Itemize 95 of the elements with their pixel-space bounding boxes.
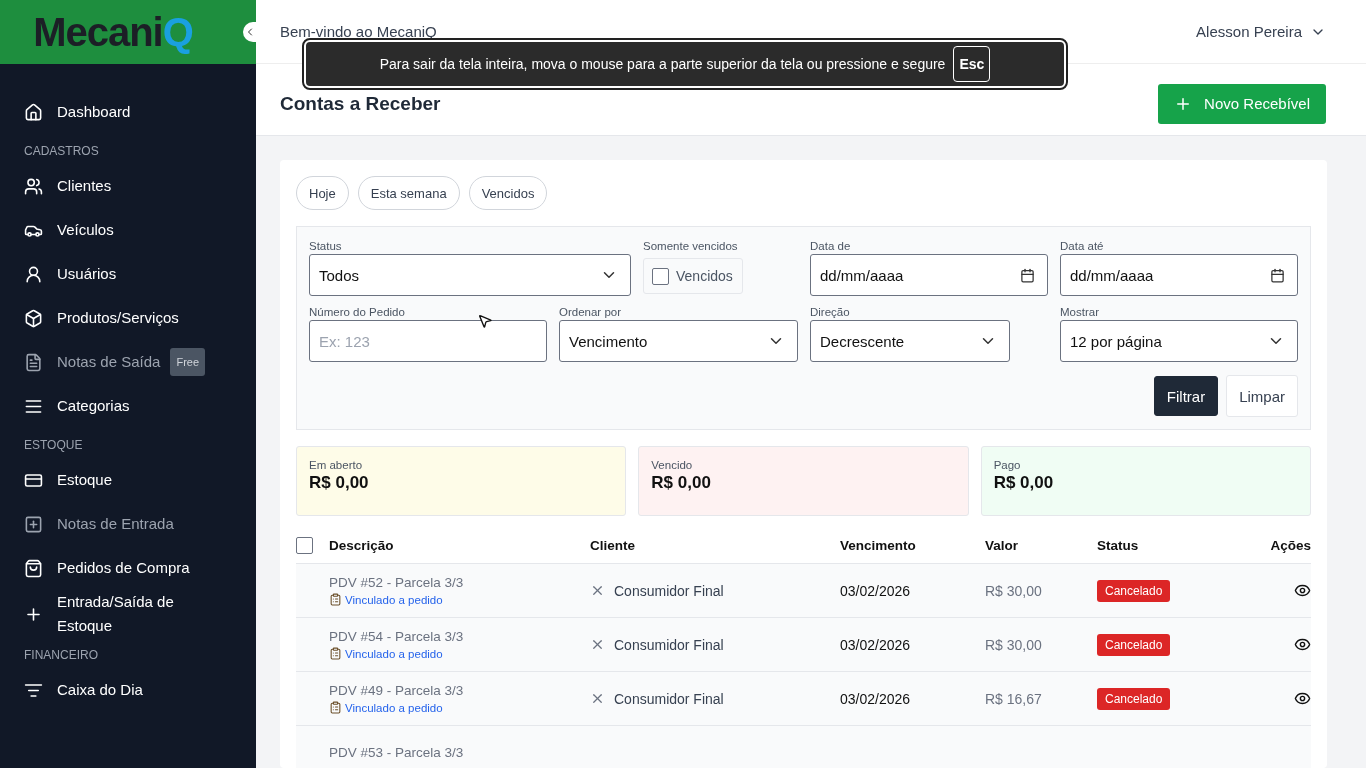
eye-icon [1294, 690, 1311, 707]
box-icon [24, 308, 43, 328]
table-cell-text: PDV #54 - Parcela 3/3 [329, 629, 465, 644]
summary-value: R$ 0,00 [651, 473, 712, 493]
summary-label: Em aberto [309, 459, 364, 471]
close-icon [590, 583, 605, 598]
user-icon [24, 264, 43, 284]
clipboard-icon [329, 647, 342, 660]
field-label: Data de [810, 240, 851, 252]
plus-box-icon [24, 514, 43, 534]
nav-section-label: ESTOQUE [24, 438, 84, 452]
column-header: Status [1097, 538, 1140, 553]
page-size-select[interactable]: 12 por página [1060, 320, 1298, 362]
table-cell-text: PDV #52 - Parcela 3/3 [329, 575, 465, 590]
table-cell: Consumidor Final [614, 690, 724, 707]
summary-label: Pago [993, 459, 1022, 471]
filter-chip[interactable]: Vencidos [468, 176, 548, 210]
page-title: Contas a Receber [280, 92, 441, 115]
close-icon [590, 691, 605, 706]
table-cell-text: PDV #53 - Parcela 3/3 [329, 745, 465, 760]
order-link[interactable]: Vinculado a pedido [345, 647, 443, 660]
order-select[interactable]: Vencimento [559, 320, 798, 362]
nav-item[interactable]: Pedidos de Compra [57, 556, 190, 580]
document-icon [24, 352, 43, 372]
summary-value: R$ 0,00 [309, 473, 370, 493]
badge: Free [170, 348, 206, 376]
nav-item[interactable]: Caixa do Dia [57, 678, 143, 702]
column-header: Vencimento [840, 538, 917, 553]
users-icon [24, 176, 43, 196]
view-button[interactable] [1294, 690, 1311, 707]
nav-item[interactable]: Dashboard [57, 100, 131, 124]
calendar-icon [1270, 267, 1285, 283]
status-badge: Cancelado [1097, 579, 1171, 602]
table-cell-text: R$ 30,00 [985, 636, 1043, 653]
status-badge: Cancelado [1097, 633, 1171, 656]
nav-item[interactable]: Produtos/Serviços [57, 306, 179, 330]
table-cell-text: PDV #49 - Parcela 3/3 [329, 683, 465, 698]
nav-item[interactable]: Categorias [57, 394, 130, 418]
column-header: Descrição [329, 538, 395, 553]
logo: MecaniQ [33, 9, 193, 55]
table-cell-text: R$ 16,67 [985, 690, 1043, 707]
user-menu[interactable]: Alesson Pereira [1196, 23, 1326, 40]
order-link[interactable]: Vinculado a pedido [345, 593, 443, 606]
summary-label: Vencido [651, 459, 694, 471]
filter-chip[interactable]: Hoje [296, 176, 349, 210]
eye-icon [1294, 636, 1311, 653]
table-cell: Consumidor Final [614, 636, 724, 653]
calendar-icon [1020, 267, 1035, 283]
close-icon [590, 637, 605, 652]
direction-select[interactable]: Decrescente [810, 320, 1010, 362]
filter-button[interactable]: Filtrar [1153, 376, 1219, 416]
field-label: Direção [810, 306, 850, 318]
column-header: Cliente [590, 538, 636, 553]
clipboard-icon [329, 701, 342, 714]
table-cell-text: 03/02/2026 [840, 582, 912, 599]
table-cell-text: 03/02/2026 [840, 690, 912, 707]
date-field[interactable]: dd/mm/aaaa [1060, 254, 1298, 296]
table-cell: Consumidor Final [614, 582, 724, 599]
order-number-field[interactable]: Ex: 123 [309, 320, 547, 362]
overdue-checkbox[interactable]: Vencidos [643, 258, 743, 294]
bag-icon [24, 558, 43, 578]
nav-item[interactable]: Usuários [57, 262, 117, 286]
nav-item[interactable]: Clientes [57, 174, 112, 198]
nav-section-label: FINANCEIRO [24, 648, 99, 662]
field-label: Data até [1060, 240, 1104, 252]
column-header: Valor [985, 538, 1020, 553]
table-cell-text: R$ 30,00 [985, 582, 1043, 599]
status-select[interactable]: Todos [309, 254, 631, 296]
clear-button[interactable]: Limpar [1226, 375, 1298, 417]
filter-chip[interactable]: Esta semana [357, 176, 460, 210]
eye-icon [1294, 582, 1311, 599]
field-label: Somente vencidos [643, 240, 738, 252]
clipboard-icon [329, 593, 342, 606]
field-label: Número do Pedido [309, 306, 405, 318]
nav-item[interactable]: Veículos [57, 218, 114, 242]
date-field[interactable]: dd/mm/aaaa [810, 254, 1048, 296]
mouse-cursor-icon [477, 313, 493, 329]
column-header: Ações [1270, 538, 1311, 553]
welcome-text: Bem-vindo ao MecaniQ [280, 23, 437, 40]
nav-item[interactable]: Entrada/Saída de Estoque [57, 590, 207, 638]
summary-value: R$ 0,00 [993, 473, 1055, 493]
order-link[interactable]: Vinculado a pedido [345, 701, 443, 714]
nav-section-label: CADASTROS [24, 144, 100, 158]
field-label: Status [309, 240, 342, 252]
select-all-checkbox[interactable] [296, 537, 313, 554]
nav-item[interactable]: Estoque [57, 468, 113, 492]
field-label: Mostrar [1060, 306, 1099, 318]
view-button[interactable] [1294, 582, 1311, 599]
table-cell-text: 03/02/2026 [840, 636, 912, 653]
notice-text: Para sair da tela inteira, mova o mouse para a parte superior da tela ou pressione e segure [379, 56, 946, 72]
view-button[interactable] [1294, 636, 1311, 653]
home-icon [24, 102, 43, 122]
field-label: Ordenar por [559, 306, 621, 318]
status-badge: Cancelado [1097, 687, 1171, 710]
key-hint: Esc [953, 46, 991, 82]
